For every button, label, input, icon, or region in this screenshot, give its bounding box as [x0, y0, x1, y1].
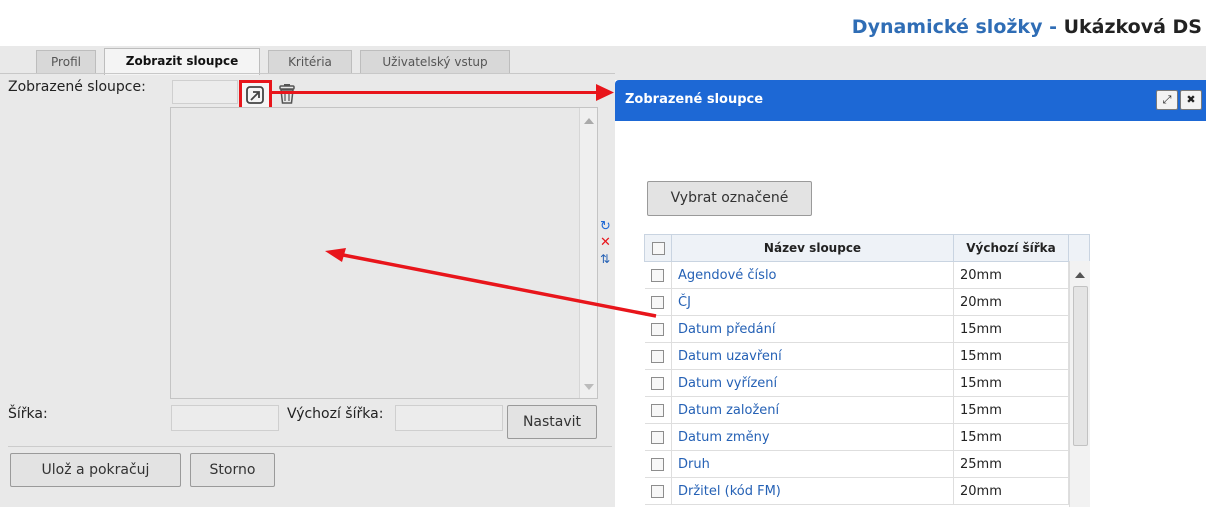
dialog-title: Zobrazené sloupce [625, 92, 764, 107]
column-name-cell[interactable]: Agendové číslo [671, 261, 954, 289]
row-checkbox[interactable] [651, 484, 665, 498]
cancel-button[interactable]: Storno [190, 453, 275, 487]
row-checkbox[interactable] [651, 376, 665, 390]
column-name-cell[interactable]: Datum změny [671, 423, 954, 451]
row-checkbox[interactable] [651, 430, 665, 444]
row-checkbox[interactable] [651, 403, 665, 417]
columns-table: Název sloupce Výchozí šířka Agendové čís… [644, 234, 1090, 505]
table-row[interactable]: Datum uzavření 15mm [644, 342, 1090, 370]
save-continue-button[interactable]: Ulož a pokračuj [10, 453, 181, 487]
annotation-arrow-line [272, 91, 608, 94]
column-name-cell[interactable]: Datum předání [671, 315, 954, 343]
table-row[interactable]: Datum předání 15mm [644, 315, 1090, 343]
table-scroll-thumb[interactable] [1073, 286, 1088, 446]
column-width-cell: 20mm [953, 477, 1069, 505]
column-name-cell[interactable]: Druh [671, 450, 954, 478]
refresh-icon[interactable]: ↻ [600, 220, 614, 234]
tab-uzivatelsky-vstup[interactable]: Uživatelský vstup [360, 50, 510, 74]
column-name-cell[interactable]: Držitel (kód FM) [671, 477, 954, 505]
table-row[interactable]: ČJ 20mm [644, 288, 1090, 316]
column-width-cell: 15mm [953, 396, 1069, 424]
set-button[interactable]: Nastavit [507, 405, 597, 439]
tab-zobrazit-sloupce[interactable]: Zobrazit sloupce [104, 48, 260, 75]
width-label: Šířka: [8, 406, 48, 422]
table-row[interactable]: Datum vyřízení 15mm [644, 369, 1090, 397]
row-checkbox[interactable] [651, 349, 665, 363]
row-checkbox[interactable] [651, 322, 665, 336]
trash-icon[interactable] [277, 83, 297, 105]
table-row[interactable]: Datum založení 15mm [644, 396, 1090, 424]
column-width-cell: 25mm [953, 450, 1069, 478]
default-width-label: Výchozí šířka: [287, 406, 384, 422]
form-divider [8, 446, 612, 447]
column-name-header[interactable]: Název sloupce [671, 234, 954, 262]
popout-icon[interactable]: ⤢ [1156, 90, 1178, 110]
annotation-arrow-diagonal [325, 248, 657, 318]
scroll-up-icon[interactable] [584, 118, 594, 124]
tab-kriteria[interactable]: Kritéria [268, 50, 352, 74]
column-width-cell: 15mm [953, 342, 1069, 370]
default-width-header[interactable]: Výchozí šířka [953, 234, 1069, 262]
select-marked-button[interactable]: Vybrat označené [647, 181, 812, 216]
dialog-titlebar[interactable]: Zobrazené sloupce ⤢ ✖ [615, 80, 1206, 121]
column-width-cell: 15mm [953, 315, 1069, 343]
width-input[interactable] [171, 405, 279, 431]
scroll-down-icon[interactable] [584, 384, 594, 390]
table-row[interactable]: Držitel (kód FM) 20mm [644, 477, 1090, 505]
row-checkbox[interactable] [651, 457, 665, 471]
table-header-row: Název sloupce Výchozí šířka [644, 234, 1090, 262]
page-title-main: Dynamické složky [851, 16, 1043, 38]
column-width-cell: 15mm [953, 423, 1069, 451]
column-name-cell[interactable]: Datum vyřízení [671, 369, 954, 397]
displayed-columns-field[interactable] [172, 80, 238, 104]
picker-arrow-icon [246, 86, 264, 104]
header-filler [1068, 234, 1090, 262]
page-title-separator: - [1042, 16, 1064, 38]
close-icon[interactable]: ✖ [1180, 90, 1202, 110]
table-scrollbar[interactable] [1069, 261, 1090, 507]
column-name-cell[interactable]: ČJ [671, 288, 954, 316]
table-scroll-up-icon[interactable] [1075, 272, 1085, 278]
table-row[interactable]: Datum změny 15mm [644, 423, 1090, 451]
column-width-cell: 20mm [953, 261, 1069, 289]
column-name-cell[interactable]: Datum založení [671, 396, 954, 424]
tab-underline [0, 73, 615, 74]
page-title: Dynamické složky - Ukázková DS [852, 16, 1202, 38]
column-name-cell[interactable]: Datum uzavření [671, 342, 954, 370]
annotation-arrowhead-right [596, 84, 614, 101]
column-width-cell: 20mm [953, 288, 1069, 316]
column-width-cell: 15mm [953, 369, 1069, 397]
page-title-sub: Ukázková DS [1063, 16, 1202, 38]
table-row[interactable]: Agendové číslo 20mm [644, 261, 1090, 289]
displayed-columns-label: Zobrazené sloupce: [8, 79, 146, 95]
table-row[interactable]: Druh 25mm [644, 450, 1090, 478]
columns-dialog: Zobrazené sloupce ⤢ ✖ Vybrat označené Ná… [615, 80, 1206, 507]
page-header: Dynamické složky - Ukázková DS [0, 0, 1206, 46]
tab-profil[interactable]: Profil [36, 50, 96, 74]
default-width-input[interactable] [395, 405, 503, 431]
